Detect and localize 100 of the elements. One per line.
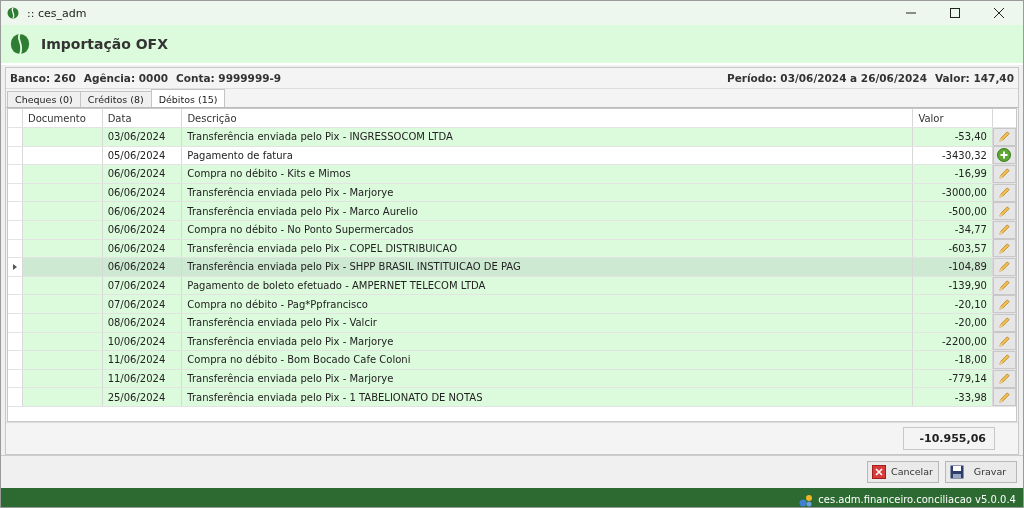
edit-button[interactable] xyxy=(993,295,1016,314)
edit-button[interactable] xyxy=(993,388,1016,407)
edit-button[interactable] xyxy=(993,239,1016,258)
table-cell: 06/06/2024 xyxy=(102,183,183,202)
row-indicator-cell[interactable] xyxy=(8,202,23,220)
status-text: ces.adm.financeiro.conciliacao v5.0.0.4 xyxy=(818,494,1016,506)
row-indicator-cell[interactable] xyxy=(8,351,23,369)
plus-circle-icon xyxy=(997,148,1012,163)
table-row[interactable]: 07/06/2024 Compra no débito - Pag*Ppfrancisco -20,10 xyxy=(8,295,1016,314)
maximize-icon[interactable] xyxy=(950,8,960,18)
row-indicator-icon xyxy=(12,263,17,270)
table-cell: 07/06/2024 xyxy=(102,295,183,313)
table-cell: 10/06/2024 xyxy=(102,332,183,351)
value-label: Valor: 147,40 xyxy=(935,72,1014,84)
pencil-icon xyxy=(998,186,1011,200)
column-header[interactable]: Valor xyxy=(913,109,994,127)
table-cell: 06/06/2024 xyxy=(102,165,183,183)
table-cell: -3000,00 xyxy=(913,183,993,202)
table-cell: Transferência enviada pelo Pix - SHPP BRASIL INSTITUICAO DE PAG xyxy=(182,258,914,276)
table-cell: Transferência enviada pelo Pix - Marjorye xyxy=(182,369,914,388)
table-row[interactable]: 06/06/2024 Compra no débito - Kits e Mimos -16,99 xyxy=(8,165,1016,184)
table-cell: Compra no débito - No Ponto Supermercados xyxy=(182,220,914,239)
close-icon[interactable] xyxy=(994,8,1004,18)
save-button[interactable]: Gravar xyxy=(945,460,1017,483)
table-cell: -3430,32 xyxy=(913,146,993,165)
app-logo-icon xyxy=(7,7,19,19)
add-button[interactable] xyxy=(993,146,1016,165)
table-cell: -53,40 xyxy=(913,128,993,146)
table-cell: Transferência enviada pelo Pix - Marjorye xyxy=(182,183,914,202)
total-field: -10.955,06 xyxy=(902,426,995,450)
pencil-icon xyxy=(998,204,1011,218)
table-cell: -16,99 xyxy=(913,165,993,183)
page-title: Importação OFX xyxy=(41,36,168,52)
row-indicator-cell[interactable] xyxy=(8,258,23,276)
table-cell: -20,10 xyxy=(913,295,993,313)
column-header[interactable]: Descrição xyxy=(182,109,914,127)
pencil-icon xyxy=(998,390,1011,404)
tab[interactable]: Créditos (8) xyxy=(79,91,152,107)
table-cell: -33,98 xyxy=(913,388,993,406)
table-row[interactable]: 06/06/2024 Transferência enviada pelo Pix - Marco Aurelio -500,00 xyxy=(8,202,1016,221)
table-cell: Transferência enviada pelo Pix - Marjorye xyxy=(182,332,914,351)
close-icon xyxy=(872,464,886,479)
table-cell: -34,77 xyxy=(913,220,993,239)
edit-button[interactable] xyxy=(993,332,1016,351)
table-cell: Compra no débito - Kits e Mimos xyxy=(182,165,914,183)
table-cell: Transferência enviada pelo Pix - Marco Aurelio xyxy=(182,202,914,220)
tab[interactable]: Cheques (0) xyxy=(7,91,81,107)
period-label: Período: 03/06/2024 a 26/06/2024 xyxy=(726,72,927,84)
table-row[interactable]: 25/06/2024 Transferência enviada pelo Pix - 1 TABELIONATO DE NOTAS -33,98 xyxy=(8,388,1016,407)
pencil-icon xyxy=(998,130,1011,144)
table-cell: -139,90 xyxy=(913,276,993,295)
table-cell: Compra no débito - Pag*Ppfrancisco xyxy=(182,295,914,313)
bank-label: Banco: 260 xyxy=(10,72,76,84)
pencil-icon xyxy=(998,372,1011,385)
tab[interactable]: Débitos (15) xyxy=(150,89,226,107)
cancel-button[interactable]: Cancelar xyxy=(867,460,939,483)
pencil-icon xyxy=(998,353,1011,367)
table-cell: 05/06/2024 xyxy=(102,146,183,165)
table-cell: 06/06/2024 xyxy=(102,239,183,258)
table-cell: -18,00 xyxy=(913,351,993,369)
table-cell: Transferência enviada pelo Pix - INGRESSOCOM LTDA xyxy=(182,128,914,146)
table-cell: 11/06/2024 xyxy=(102,369,183,388)
account-label: Conta: 9999999-9 xyxy=(176,72,282,84)
table-cell: -779,14 xyxy=(913,369,993,388)
column-header[interactable]: Documento xyxy=(22,109,103,127)
table-row[interactable]: 03/06/2024 Transferência enviada pelo Pix - INGRESSOCOM LTDA -53,40 xyxy=(8,128,1016,147)
pencil-icon xyxy=(998,241,1011,255)
pencil-icon xyxy=(998,334,1011,348)
agency-label: Agência: 0000 xyxy=(83,72,168,84)
table-cell: 06/06/2024 xyxy=(102,220,183,239)
edit-button[interactable] xyxy=(993,202,1016,221)
table-cell: -500,00 xyxy=(913,202,993,220)
table-cell: Transferência enviada pelo Pix - COPEL DISTRIBUICAO xyxy=(182,239,914,258)
table-cell: -20,00 xyxy=(913,313,993,332)
table-row[interactable]: 06/06/2024 Transferência enviada pelo Pix - SHPP BRASIL INSTITUICAO DE PAG -104,89 xyxy=(8,258,1016,277)
row-indicator-cell[interactable] xyxy=(8,388,23,406)
table-cell: -2200,00 xyxy=(913,332,993,351)
table-cell: 11/06/2024 xyxy=(102,351,183,369)
pencil-icon xyxy=(998,316,1011,330)
pencil-icon xyxy=(998,167,1011,181)
table-cell: 03/06/2024 xyxy=(102,128,183,146)
table-cell: Transferência enviada pelo Pix - Valcir xyxy=(182,313,914,332)
pencil-icon xyxy=(998,260,1011,274)
pencil-icon xyxy=(998,297,1011,311)
row-indicator-cell[interactable] xyxy=(8,295,23,313)
column-header[interactable]: Data xyxy=(102,109,183,127)
table-cell: -104,89 xyxy=(913,258,993,276)
table-cell: 06/06/2024 xyxy=(102,258,183,276)
table-cell: Pagamento de boleto efetuado - AMPERNET TELECOM LTDA xyxy=(182,276,914,295)
row-indicator-cell[interactable] xyxy=(8,165,23,183)
table-cell: Compra no débito - Bom Bocado Cafe Coloni xyxy=(182,351,914,369)
pencil-icon xyxy=(998,223,1011,237)
table-cell: 25/06/2024 xyxy=(102,388,183,406)
table-cell: -603,57 xyxy=(913,239,993,258)
table-row[interactable]: 11/06/2024 Compra no débito - Bom Bocado Cafe Coloni -18,00 xyxy=(8,351,1016,370)
table-cell: 07/06/2024 xyxy=(102,276,183,295)
table-cell: Pagamento de fatura xyxy=(182,146,914,165)
window-title: :: ces_adm xyxy=(27,6,87,20)
row-indicator-cell[interactable] xyxy=(8,128,23,146)
table-cell: Transferência enviada pelo Pix - 1 TABELIONATO DE NOTAS xyxy=(182,388,914,406)
